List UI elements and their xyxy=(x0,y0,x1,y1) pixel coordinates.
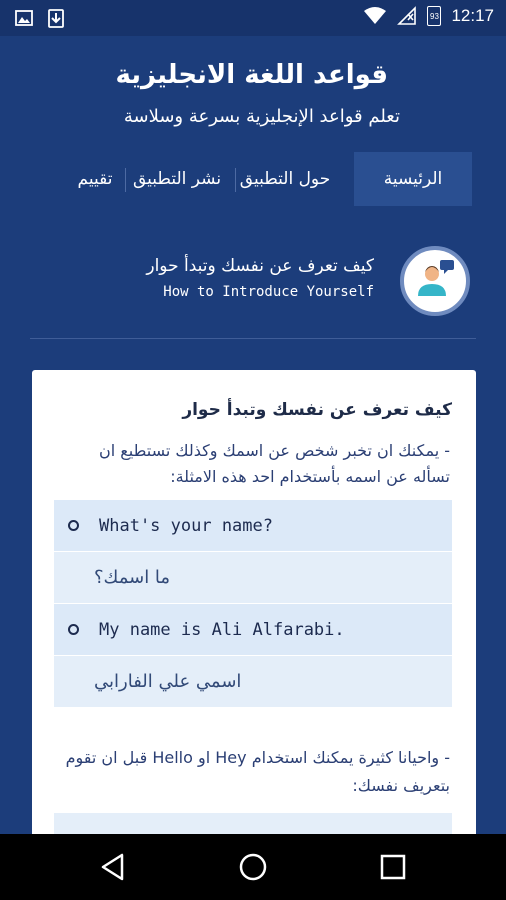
bullet-icon xyxy=(68,624,79,635)
example-en: My name is Ali Alfarabi. xyxy=(99,619,345,640)
lesson-title-en: How to Introduce Yourself xyxy=(163,284,374,300)
status-bar: 93 12:17 xyxy=(0,0,506,36)
example-en-row: What's your name? xyxy=(54,500,452,552)
lesson-title-ar: كيف تعرف عن نفسك وتبدأ حوار xyxy=(146,256,374,276)
lesson-header[interactable]: كيف تعرف عن نفسك وتبدأ حوار How to Intro… xyxy=(30,236,476,336)
lesson-card: كيف تعرف عن نفسك وتبدأ حوار - يمكنك ان ت… xyxy=(32,370,476,840)
divider xyxy=(30,338,476,339)
system-nav-bar xyxy=(0,834,506,900)
signal-icon xyxy=(397,6,417,25)
example-ar: اسمي علي الفارابي xyxy=(94,671,242,692)
card-title: كيف تعرف عن نفسك وتبدأ حوار xyxy=(182,400,452,420)
card-note: - واحيانا كثيرة يمكنك استخدام Hey او Hel… xyxy=(65,748,450,795)
speaker-person-icon xyxy=(418,260,454,296)
download-icon xyxy=(48,9,64,28)
tab-about[interactable]: حول التطبيق xyxy=(230,152,340,206)
app-header: قواعد اللغة الانجليزية تعلم قواعد الإنجل… xyxy=(0,36,506,148)
example-ar: ما اسمك؟ xyxy=(94,567,171,588)
example-ar-row: ما اسمك؟ xyxy=(54,552,452,604)
image-icon xyxy=(15,10,33,26)
tab-rate[interactable]: تقييم xyxy=(70,152,120,206)
battery-level: 93 xyxy=(430,11,439,21)
app-subtitle: تعلم قواعد الإنجليزية بسرعة وسلاسة xyxy=(123,106,400,127)
main-content: كيف تعرف عن نفسك وتبدأ حوار How to Intro… xyxy=(0,206,506,840)
tab-separator xyxy=(235,168,236,192)
example-en: What's your name? xyxy=(99,515,273,536)
tab-share[interactable]: نشر التطبيق xyxy=(126,152,228,206)
tab-home[interactable]: الرئيسية xyxy=(354,152,472,206)
wifi-icon xyxy=(364,7,387,24)
app-title: قواعد اللغة الانجليزية xyxy=(115,60,388,90)
back-icon[interactable] xyxy=(96,850,130,884)
example-ar-row: اسمي علي الفارابي xyxy=(54,656,452,708)
home-icon[interactable] xyxy=(236,850,270,884)
status-time: 12:17 xyxy=(451,6,494,25)
bullet-icon xyxy=(68,520,79,531)
examples-table: What's your name? ما اسمك؟ My name is Al… xyxy=(54,500,452,708)
tab-bar: الرئيسية حول التطبيق نشر التطبيق تقييم xyxy=(0,152,506,206)
example-en-row: My name is Ali Alfarabi. xyxy=(54,604,452,656)
tab-separator xyxy=(125,168,126,192)
card-intro: - يمكنك ان تخبر شخص عن اسمك وكذلك تستطيع… xyxy=(99,441,450,486)
recents-icon[interactable] xyxy=(376,850,410,884)
battery-icon: 93 xyxy=(427,6,442,26)
avatar xyxy=(400,246,470,316)
